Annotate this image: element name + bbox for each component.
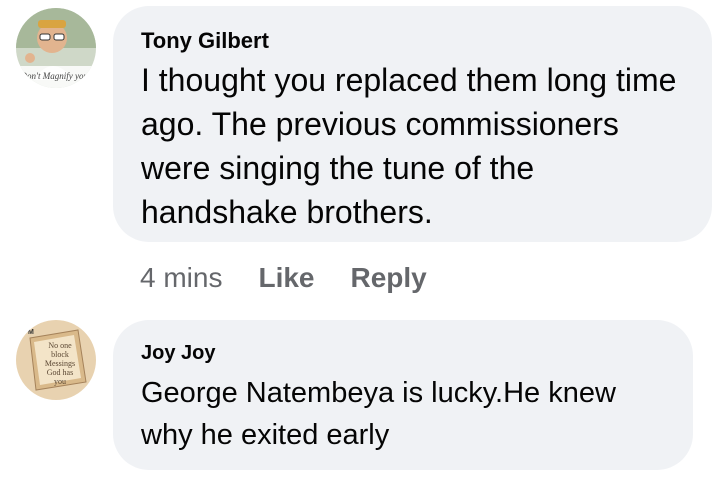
comment-actions: 4 mins Like Reply bbox=[140, 258, 427, 298]
avatar-image: M No one block Messings God has you bbox=[16, 320, 96, 400]
comment-line: I thought you replaced them long time bbox=[141, 62, 677, 98]
comment-line: handshake brothers. bbox=[141, 194, 433, 230]
comment-bubble: Tony Gilbert I thought you replaced them… bbox=[113, 6, 712, 242]
like-button[interactable]: Like bbox=[258, 262, 314, 294]
avatar-text: God has bbox=[47, 368, 73, 377]
comment-line: why he exited early bbox=[141, 419, 390, 451]
avatar-text: block bbox=[51, 350, 69, 359]
avatar-caption: Don't Magnify your bbox=[20, 71, 92, 81]
comment-line: ago. The previous commissioners bbox=[141, 106, 619, 142]
avatar[interactable]: M No one block Messings God has you bbox=[16, 320, 96, 400]
comment-line: George Natembeya is lucky.He knew bbox=[141, 377, 616, 409]
comment-text: I thought you replaced them long time ag… bbox=[141, 58, 676, 234]
avatar[interactable]: Don't Magnify your bbox=[16, 8, 96, 88]
comment-timestamp[interactable]: 4 mins bbox=[140, 262, 222, 294]
comment-author[interactable]: Tony Gilbert bbox=[141, 28, 269, 54]
svg-text:M: M bbox=[28, 329, 34, 336]
comment-line: were singing the tune of the bbox=[141, 150, 535, 186]
avatar-image: Don't Magnify your bbox=[16, 8, 96, 88]
reply-button[interactable]: Reply bbox=[351, 262, 427, 294]
avatar-text: Messings bbox=[45, 359, 75, 368]
comment-author[interactable]: Joy Joy bbox=[141, 342, 215, 365]
avatar-text: No one bbox=[48, 341, 72, 350]
comment-text: George Natembeya is lucky.He knew why he… bbox=[141, 372, 616, 456]
comments-thread: Don't Magnify your Tony Gilbert I though… bbox=[0, 0, 720, 480]
comment-bubble: Joy Joy George Natembeya is lucky.He kne… bbox=[113, 320, 693, 470]
avatar-text: you bbox=[54, 377, 66, 386]
